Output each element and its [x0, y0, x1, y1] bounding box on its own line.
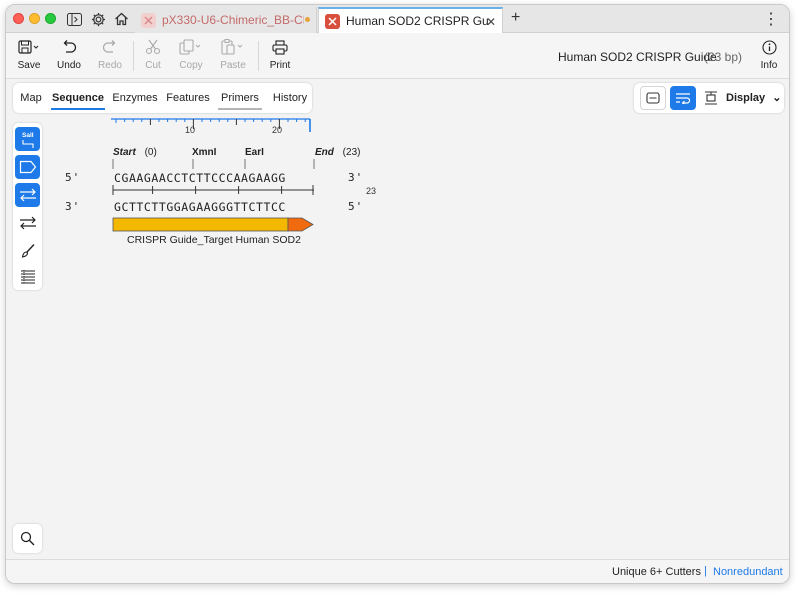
tab-features[interactable]: Features	[165, 83, 211, 113]
bottom-strand-5prime: 5'	[348, 200, 364, 213]
sequence-length-marker: 23	[366, 186, 377, 196]
info-button[interactable]: Info	[749, 37, 789, 75]
sequence-list-icon[interactable]	[15, 265, 40, 289]
tab-enzymes[interactable]: Enzymes	[111, 83, 159, 113]
end-position: (23)	[342, 147, 361, 158]
primer-tool-icon[interactable]	[15, 183, 40, 207]
search-icon	[20, 531, 35, 546]
document-title: Human SOD2 CRISPR Guide	[558, 50, 717, 64]
save-button[interactable]: Save	[9, 37, 49, 75]
status-separator: |	[704, 565, 707, 577]
feature-bar	[112, 217, 289, 232]
undo-icon	[61, 37, 77, 57]
app-window: pX330-U6-Chimeric_BB-CBh-hSpCas9 Human S…	[5, 4, 790, 584]
left-tool-strip: SalI	[13, 123, 42, 290]
tab-map[interactable]: Map	[17, 83, 45, 113]
end-label: End	[315, 147, 334, 158]
restriction-site-eari[interactable]: EarI	[245, 147, 264, 158]
tab-sequence[interactable]: Sequence	[49, 83, 107, 113]
snapgene-logo-icon	[141, 12, 156, 28]
tab-primers[interactable]: Primers	[216, 83, 264, 113]
redundancy-selector[interactable]: Nonredundant	[713, 566, 783, 578]
enzyme-tool-label: SalI	[22, 132, 34, 139]
copy-icon	[179, 37, 203, 57]
end-marker: End (23)	[315, 147, 360, 158]
search-button[interactable]	[13, 524, 42, 553]
tab-history[interactable]: History	[270, 83, 310, 113]
align-icon[interactable]	[698, 86, 724, 110]
top-strand-sequence[interactable]: CGAAGAACCTCTTCCCAAGAAGG	[114, 171, 286, 185]
close-window-button[interactable]	[13, 13, 24, 24]
display-menu-button[interactable]: Display ⌄	[726, 91, 781, 104]
document-length: (23 bp)	[704, 50, 743, 64]
bottom-strand-3prime: 3'	[65, 200, 81, 213]
unsaved-indicator	[305, 17, 310, 22]
copy-button[interactable]: Copy	[171, 37, 211, 75]
new-tab-icon[interactable]: +	[511, 9, 520, 27]
enzyme-site-tool[interactable]: SalI	[15, 127, 40, 151]
more-menu-icon[interactable]: ⋮	[763, 9, 779, 29]
sidebar-toggle-icon[interactable]	[65, 10, 83, 28]
print-button[interactable]: Print	[260, 37, 300, 75]
home-icon[interactable]	[112, 10, 130, 28]
ruler-tick-label: 10	[185, 125, 196, 135]
feature-arrowhead	[287, 217, 314, 232]
status-bar: Unique 6+ Cutters | Nonredundant	[6, 559, 789, 583]
minimize-window-button[interactable]	[29, 13, 40, 24]
tab-document-1[interactable]: pX330-U6-Chimeric_BB-CBh-hSpCas9	[135, 7, 317, 33]
printer-icon	[272, 37, 288, 57]
feature-label[interactable]: CRISPR Guide_Target Human SOD2	[127, 234, 301, 246]
sequence-view[interactable]: 10 20 Start (0) XmnI EarI End (23) 5' CG…	[46, 115, 606, 255]
main-toolbar: Save Undo Redo Cut Copy Paste Print Huma…	[6, 33, 789, 79]
swap-strands-icon[interactable]	[15, 211, 40, 235]
paste-button[interactable]: Paste	[213, 37, 253, 75]
view-options-bar: Display ⌄	[634, 83, 784, 113]
tab-document-2[interactable]: Human SOD2 CRISPR Guide ✕	[318, 7, 503, 33]
redo-icon	[102, 37, 118, 57]
zoom-window-button[interactable]	[45, 13, 56, 24]
scissors-icon	[145, 37, 161, 57]
tab-title: pX330-U6-Chimeric_BB-CBh-hSpCas9	[162, 13, 304, 27]
close-tab-icon[interactable]: ✕	[486, 15, 496, 29]
display-label: Display	[726, 92, 766, 104]
chevron-down-icon: ⌄	[772, 92, 782, 104]
snapgene-logo-icon	[325, 13, 340, 29]
tab-title: Human SOD2 CRISPR Guide	[346, 14, 488, 28]
info-icon	[761, 37, 777, 57]
view-tab-bar: Map Sequence Enzymes Features Primers Hi…	[13, 83, 312, 113]
bottom-strand-sequence[interactable]: GCTTCTTGGAGAAGGGTTCTTCC	[114, 200, 286, 214]
paintbrush-icon[interactable]	[15, 239, 40, 263]
start-position: (0)	[144, 147, 157, 158]
cut-button[interactable]: Cut	[133, 37, 173, 75]
ruler-tick-label: 20	[272, 125, 283, 135]
top-strand-3prime: 3'	[348, 171, 364, 184]
wrap-text-icon[interactable]	[670, 86, 696, 110]
top-strand-5prime: 5'	[65, 171, 81, 184]
start-label: Start	[113, 147, 136, 158]
feature-tool-icon[interactable]	[15, 155, 40, 179]
save-icon	[18, 37, 40, 57]
toolbar-divider	[258, 41, 259, 71]
undo-button[interactable]: Undo	[49, 37, 89, 75]
restriction-site-xmni[interactable]: XmnI	[192, 147, 216, 158]
enzyme-set-selector[interactable]: Unique 6+ Cutters	[612, 566, 701, 578]
start-marker: Start (0)	[113, 147, 157, 158]
title-tab-bar: pX330-U6-Chimeric_BB-CBh-hSpCas9 Human S…	[6, 5, 789, 33]
gear-icon[interactable]	[89, 10, 107, 28]
redo-button[interactable]: Redo	[90, 37, 130, 75]
linear-view-icon[interactable]	[640, 86, 666, 110]
paste-icon	[221, 37, 245, 57]
